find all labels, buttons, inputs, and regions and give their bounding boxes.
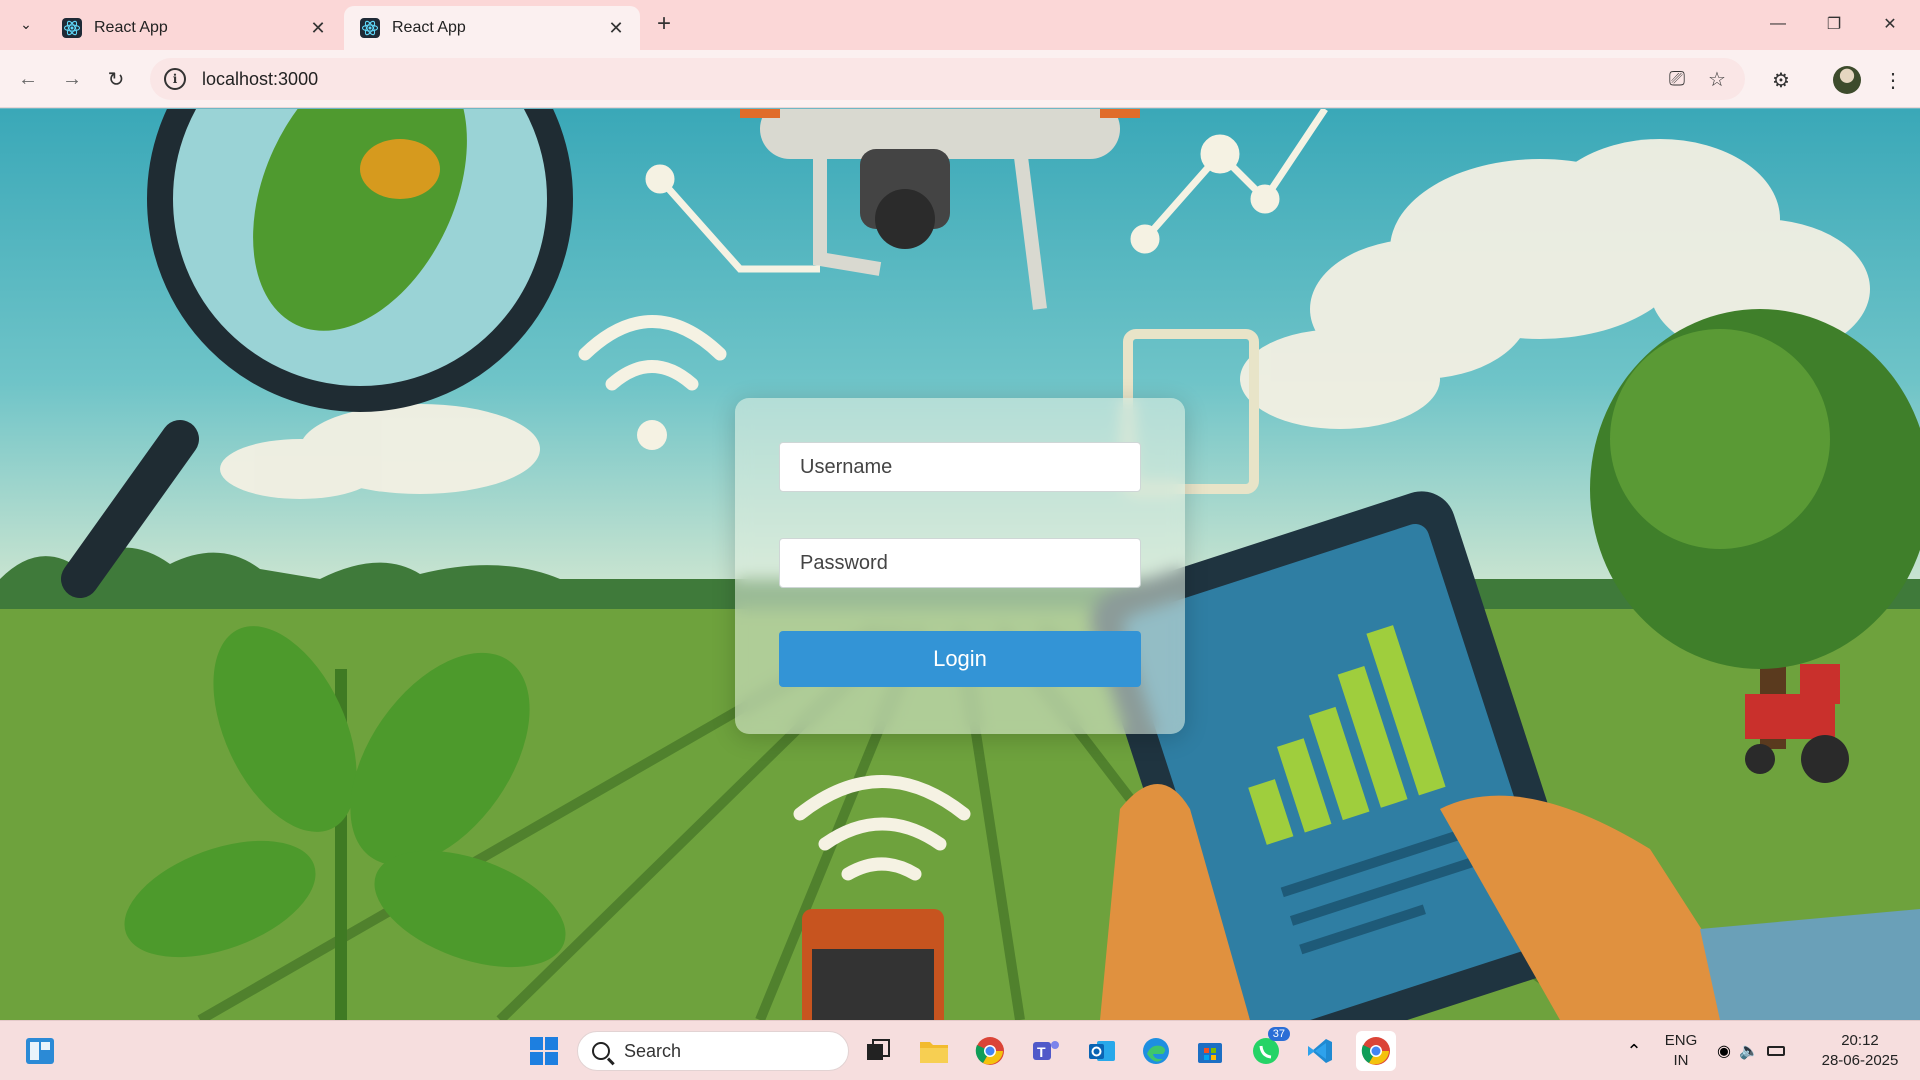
file-explorer-icon	[920, 1042, 948, 1063]
forward-button[interactable]: →	[56, 63, 88, 95]
system-tray-status[interactable]: ◉ 🔈	[1710, 1031, 1792, 1071]
tab-title: React App	[94, 19, 168, 36]
close-icon[interactable]: ✕	[604, 16, 628, 40]
date: 28-06-2025	[1821, 1052, 1899, 1069]
restore-icon: ❐	[1826, 16, 1842, 33]
more-menu-icon[interactable]: ⋮	[1876, 63, 1910, 97]
close-icon[interactable]: ✕	[306, 16, 330, 40]
tab-title: React App	[392, 19, 466, 36]
svg-text:T: T	[1037, 1044, 1046, 1060]
login-card: Login	[735, 398, 1185, 734]
page-content: Login	[0, 109, 1920, 1020]
chrome-icon	[975, 1037, 1004, 1065]
close-icon: ✕	[1883, 16, 1897, 33]
volume-icon: 🔈	[1739, 1043, 1759, 1060]
chevron-up-icon: ⌃	[1626, 1040, 1642, 1061]
minimize-button[interactable]: —	[1750, 0, 1806, 48]
avatar[interactable]	[1833, 66, 1861, 94]
language-code: ENG	[1664, 1032, 1698, 1049]
start-button[interactable]	[524, 1031, 564, 1071]
extensions-icon[interactable]: ⚙	[1764, 63, 1798, 97]
plus-icon: +	[656, 10, 671, 37]
chrome-icon	[1361, 1037, 1390, 1065]
tab-2[interactable]: React App ✕	[344, 6, 640, 50]
vscode-icon	[1308, 1039, 1332, 1063]
chevron-down-icon: ⌄	[20, 15, 32, 32]
teams-button[interactable]: T	[1026, 1031, 1066, 1071]
reload-button[interactable]: ↻	[100, 63, 132, 95]
widgets-button[interactable]	[20, 1031, 60, 1071]
close-window-button[interactable]: ✕	[1862, 0, 1918, 48]
whatsapp-button[interactable]: 37	[1246, 1027, 1290, 1071]
store-icon	[1198, 1043, 1222, 1063]
teams-icon: T	[1033, 1041, 1059, 1060]
arrow-left-icon: ←	[18, 67, 38, 90]
widgets-icon	[26, 1038, 54, 1064]
back-button[interactable]: ←	[12, 63, 44, 95]
battery-icon	[1766, 1046, 1785, 1056]
chrome-active-button[interactable]	[1356, 1031, 1396, 1071]
file-explorer-button[interactable]	[914, 1031, 954, 1071]
tab-1[interactable]: React App ✕	[46, 6, 342, 50]
clock[interactable]: 20:12 28-06-2025	[1810, 1031, 1910, 1071]
task-view-button[interactable]	[858, 1031, 898, 1071]
tab-bar: ⌄ React App ✕ React App ✕ + — ❐ ✕	[0, 0, 1920, 50]
show-hidden-icons-button[interactable]: ⌃	[1614, 1031, 1654, 1071]
login-button[interactable]: Login	[779, 631, 1141, 687]
reload-icon: ↻	[107, 68, 125, 91]
install-app-icon[interactable]: ⎚	[1660, 62, 1694, 96]
tab-search-button[interactable]: ⌄	[10, 8, 42, 40]
search-icon	[592, 1042, 610, 1060]
minimize-icon: —	[1770, 15, 1786, 32]
outlook-button[interactable]	[1082, 1031, 1122, 1071]
address-bar[interactable]: i localhost:3000 ⎚ ☆	[150, 58, 1745, 100]
wifi-icon: ◉	[1717, 1043, 1732, 1060]
arrow-right-icon: →	[62, 67, 82, 90]
task-view-icon	[867, 1039, 890, 1060]
taskbar-search[interactable]: Search	[577, 1031, 849, 1071]
windows-icon	[530, 1037, 558, 1065]
star-icon[interactable]: ☆	[1700, 62, 1734, 96]
url-text[interactable]: localhost:3000	[202, 69, 318, 90]
restore-button[interactable]: ❐	[1806, 0, 1862, 48]
vscode-button[interactable]	[1300, 1031, 1340, 1071]
edge-button[interactable]	[1136, 1031, 1176, 1071]
chrome-button[interactable]	[970, 1031, 1010, 1071]
store-button[interactable]	[1190, 1031, 1230, 1071]
time: 20:12	[1841, 1032, 1879, 1049]
edge-icon	[1143, 1038, 1169, 1064]
region-code: IN	[1673, 1052, 1689, 1069]
search-label: Search	[624, 1040, 682, 1061]
outlook-icon	[1089, 1041, 1115, 1061]
password-field[interactable]	[779, 538, 1141, 588]
taskbar: Search T 37 ⌃ ENG IN ◉ 🔈 20:12 28-06-202…	[0, 1020, 1920, 1080]
browser-toolbar: ← → ↻ i localhost:3000 ⎚ ☆	[0, 50, 1920, 108]
info-icon[interactable]: i	[164, 68, 186, 90]
language-indicator[interactable]: ENG IN	[1664, 1031, 1698, 1071]
notification-badge: 37	[1267, 1027, 1290, 1041]
new-tab-button[interactable]: +	[650, 10, 678, 38]
react-icon	[360, 18, 380, 38]
react-icon	[62, 18, 82, 38]
username-field[interactable]	[779, 442, 1141, 492]
